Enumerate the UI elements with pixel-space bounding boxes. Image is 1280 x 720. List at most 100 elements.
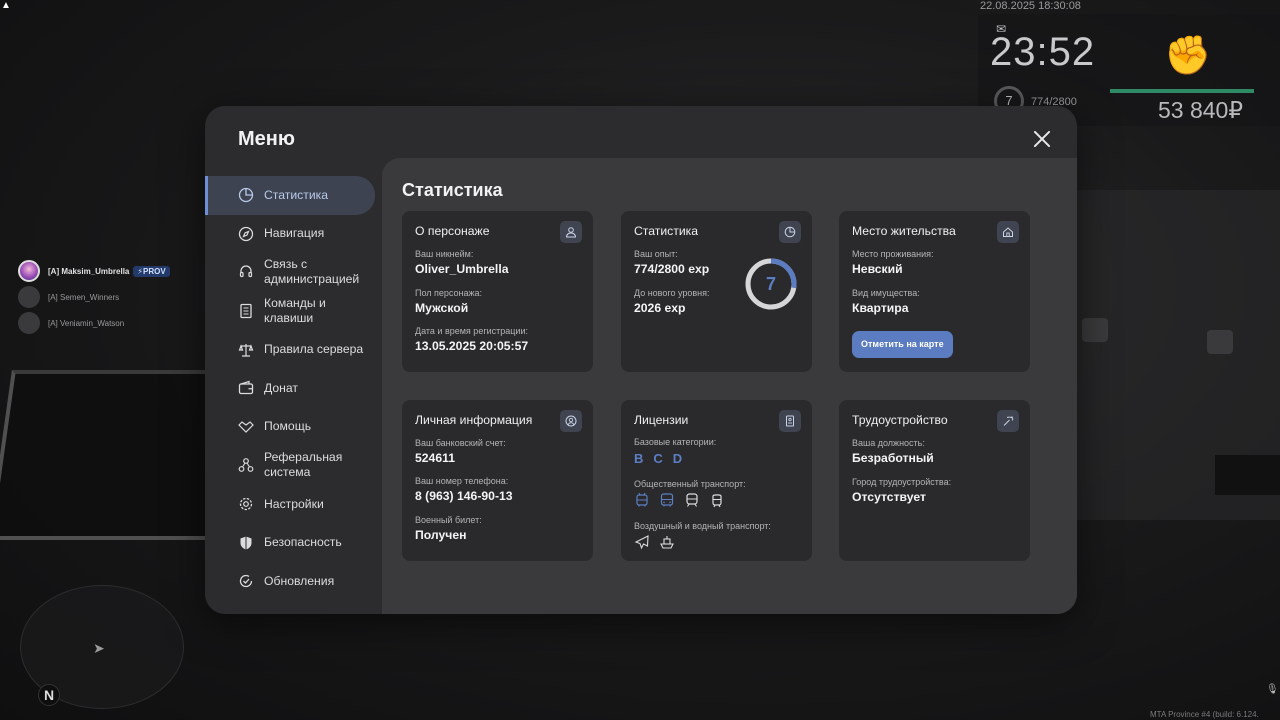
sidebar-item-label: Статистика xyxy=(264,187,329,202)
player-arrow-icon: ➤ xyxy=(93,640,105,656)
public-transport-icons xyxy=(634,492,725,508)
train-icon xyxy=(686,493,698,507)
card-title: Место жительства xyxy=(852,224,956,238)
license-doc-icon[interactable] xyxy=(779,410,801,432)
air-water-transport-icons xyxy=(634,534,675,550)
player-row: [A] Maksim_Umbrella ⚡PROV xyxy=(18,258,170,284)
sidebar-item-admin-contact[interactable]: Связь с администрацией xyxy=(205,253,381,292)
ship-icon xyxy=(660,536,674,549)
user-icon[interactable] xyxy=(560,221,582,243)
airplane-icon xyxy=(634,535,649,550)
house-icon[interactable] xyxy=(997,221,1019,243)
user-circle-icon[interactable] xyxy=(560,410,582,432)
player-name: [A] Semen_Winners xyxy=(48,292,120,302)
sidebar-item-navigation[interactable]: Навигация xyxy=(205,215,381,254)
player-row: [A] Semen_Winners xyxy=(18,284,170,310)
bus-icon xyxy=(660,493,674,507)
avatar xyxy=(18,286,40,308)
card-licenses: Лицензии Базовые категории: B C D Общест… xyxy=(621,400,812,561)
card-title: Лицензии xyxy=(634,413,689,427)
license-category: C xyxy=(653,451,663,466)
menu-window: Меню Статистика Навигация Связь с админи… xyxy=(205,106,1077,614)
field-label: Базовые категории: xyxy=(634,437,717,447)
menu-title: Меню xyxy=(238,128,295,150)
sidebar-item-settings[interactable]: Настройки xyxy=(205,485,381,524)
field-label: Ваш банковский счет: xyxy=(415,438,506,448)
sidebar-item-help[interactable]: Помощь xyxy=(205,408,381,447)
field-value: Мужской xyxy=(415,301,469,315)
field-value: 2026 exp xyxy=(634,301,686,315)
field-label: Ваш опыт: xyxy=(634,249,678,259)
sidebar-item-label: Обновления xyxy=(264,573,335,588)
field-value: Невский xyxy=(852,262,903,276)
compass-icon xyxy=(238,226,254,242)
field-label: Ваш номер телефона: xyxy=(415,476,509,486)
field-label: До нового уровня: xyxy=(634,288,710,298)
field-label: Дата и время регистрации: xyxy=(415,326,528,336)
sidebar-item-referral[interactable]: Реферальная система xyxy=(205,446,381,485)
field-value: Получен xyxy=(415,528,467,542)
shield-icon xyxy=(238,535,254,551)
keyboard-doc-icon xyxy=(238,303,254,319)
fist-icon: ✊ xyxy=(1164,35,1212,77)
background-floor xyxy=(1215,455,1280,495)
sidebar-item-label: Безопасность xyxy=(264,535,342,550)
sidebar-item-label: Команды и клавиши xyxy=(264,296,326,326)
sidebar-item-rules[interactable]: Правила сервера xyxy=(205,330,381,369)
headset-icon xyxy=(238,264,254,280)
license-categories: B C D xyxy=(634,451,682,466)
sidebar-item-statistics[interactable]: Статистика xyxy=(205,176,375,215)
build-info: MTA Province #4 (build: 6.124. xyxy=(1150,710,1259,719)
microphone-icon: 🎙 xyxy=(1266,684,1279,695)
card-statistics: Статистика Ваш опыт: 774/2800 exp До нов… xyxy=(621,211,812,372)
field-label: Ваш никнейм: xyxy=(415,249,474,259)
sidebar-item-updates[interactable]: Обновления xyxy=(205,562,381,601)
sidebar-item-commands[interactable]: Команды и клавиши xyxy=(205,292,381,331)
field-label: Воздушный и водный транспорт: xyxy=(634,521,771,531)
player-list: [A] Maksim_Umbrella ⚡PROV [A] Semen_Winn… xyxy=(18,258,170,336)
pickaxe-icon[interactable] xyxy=(997,410,1019,432)
card-employment: Трудоустройство Ваша должность: Безработ… xyxy=(839,400,1030,561)
sidebar-item-label: Настройки xyxy=(264,496,324,511)
card-title: Статистика xyxy=(634,224,699,238)
content-panel: Статистика О персонаже Ваш никнейм: Oliv… xyxy=(382,158,1077,614)
mark-on-map-button[interactable]: Отметить на карте xyxy=(852,331,953,358)
close-button[interactable] xyxy=(1031,128,1053,150)
card-personal: Личная информация Ваш банковский счет: 5… xyxy=(402,400,593,561)
sidebar: Статистика Навигация Связь с администрац… xyxy=(205,176,381,601)
sidebar-item-label: Реферальная система xyxy=(264,450,343,480)
field-label: Военный билет: xyxy=(415,515,482,525)
refresh-check-icon xyxy=(238,573,254,589)
pie-chart-icon[interactable] xyxy=(779,221,801,243)
field-value: 774/2800 exp xyxy=(634,262,710,276)
sidebar-item-security[interactable]: Безопасность xyxy=(205,523,381,562)
field-value: 8 (963) 146-90-13 xyxy=(415,489,513,503)
hud-datetime: 22.08.2025 18:30:08 xyxy=(980,0,1081,12)
sidebar-item-label: Донат xyxy=(264,380,298,395)
north-icon: N xyxy=(38,684,60,706)
field-value: 524611 xyxy=(415,451,455,465)
license-category: D xyxy=(672,451,683,466)
hud-health-bar xyxy=(1110,89,1254,93)
tram-icon xyxy=(712,494,722,508)
license-category: B xyxy=(634,451,644,466)
player-name: [A] Maksim_Umbrella xyxy=(48,266,130,276)
trolleybus-icon xyxy=(636,492,648,507)
field-value: Отсутствует xyxy=(852,490,926,504)
pie-chart-icon xyxy=(238,187,254,203)
field-value: Безработный xyxy=(852,451,934,465)
level-number: 7 xyxy=(765,274,776,294)
player-name: [A] Veniamin_Watson xyxy=(48,318,125,328)
card-character: О персонаже Ваш никнейм: Oliver_Umbrella… xyxy=(402,211,593,372)
sidebar-item-donate[interactable]: Донат xyxy=(205,369,381,408)
card-residence: Место жительства Место проживания: Невск… xyxy=(839,211,1030,372)
network-icon xyxy=(238,457,254,473)
field-label: Ваша должность: xyxy=(852,438,925,448)
sidebar-item-label: Связь с администрацией xyxy=(264,257,360,287)
sidebar-item-label: Навигация xyxy=(264,226,325,241)
field-value: Oliver_Umbrella xyxy=(415,262,509,276)
field-label: Пол персонажа: xyxy=(415,288,483,298)
background-socket xyxy=(1207,330,1233,354)
field-value: 13.05.2025 20:05:57 xyxy=(415,339,529,353)
sidebar-item-label: Правила сервера xyxy=(264,342,364,357)
